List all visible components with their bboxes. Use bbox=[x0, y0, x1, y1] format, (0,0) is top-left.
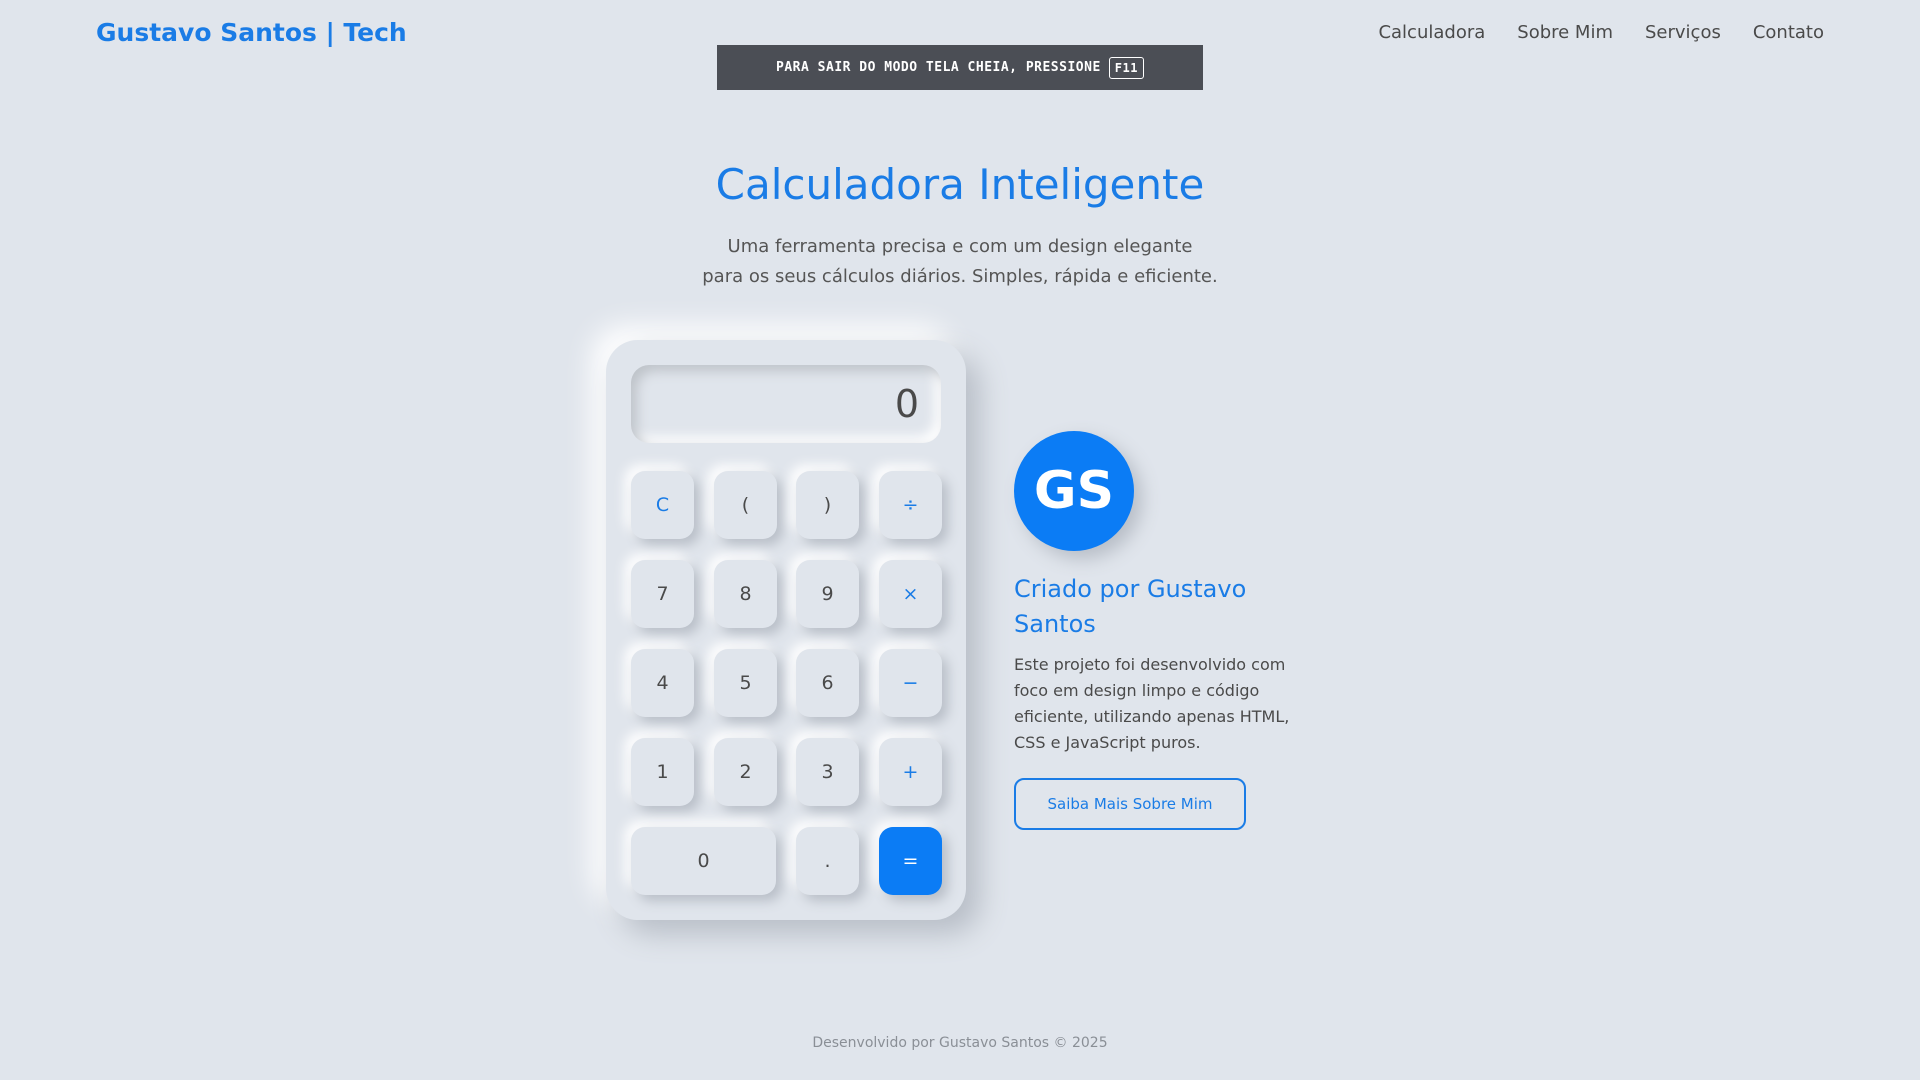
creator-description: Este projeto foi desenvolvido com foco e… bbox=[1014, 655, 1290, 752]
fullscreen-notice-text: PARA SAIR DO MODO TELA CHEIA, PRESSIONE bbox=[776, 60, 1101, 75]
key-2[interactable]: 2 bbox=[714, 738, 777, 806]
fullscreen-notice: PARA SAIR DO MODO TELA CHEIA, PRESSIONE … bbox=[717, 45, 1203, 90]
brand-logo[interactable]: Gustavo Santos | Tech bbox=[96, 18, 407, 47]
fullscreen-key-badge: F11 bbox=[1108, 56, 1144, 79]
key-8[interactable]: 8 bbox=[714, 560, 777, 628]
nav-link-calculadora[interactable]: Calculadora bbox=[1378, 22, 1485, 43]
key-9[interactable]: 9 bbox=[796, 560, 859, 628]
key-4[interactable]: 4 bbox=[631, 649, 694, 717]
calculator-display: 0 bbox=[631, 365, 941, 443]
page-subtitle: Uma ferramenta precisa e com um design e… bbox=[660, 232, 1260, 292]
key-decimal[interactable]: . bbox=[796, 827, 859, 895]
key-0[interactable]: 0 bbox=[631, 827, 776, 895]
key-open-paren[interactable]: ( bbox=[714, 471, 777, 539]
subtitle-line-2: para os seus cálculos diários. Simples, … bbox=[702, 266, 1218, 287]
creator-title: Criado por Gustavo Santos bbox=[1014, 575, 1247, 638]
key-6[interactable]: 6 bbox=[796, 649, 859, 717]
key-multiply[interactable]: × bbox=[879, 560, 942, 628]
about-me-button[interactable]: Saiba Mais Sobre Mim bbox=[1014, 778, 1246, 830]
subtitle-line-1: Uma ferramenta precisa e com um design e… bbox=[727, 236, 1193, 257]
key-close-paren[interactable]: ) bbox=[796, 471, 859, 539]
key-7[interactable]: 7 bbox=[631, 560, 694, 628]
key-add[interactable]: + bbox=[879, 738, 942, 806]
key-clear[interactable]: C bbox=[631, 471, 694, 539]
key-equals[interactable]: = bbox=[879, 827, 942, 895]
key-5[interactable]: 5 bbox=[714, 649, 777, 717]
key-divide[interactable]: ÷ bbox=[879, 471, 942, 539]
nav-link-contato[interactable]: Contato bbox=[1753, 22, 1824, 43]
page-title: Calculadora Inteligente bbox=[715, 160, 1205, 209]
nav-link-servicos[interactable]: Serviços bbox=[1645, 22, 1721, 43]
main-nav: Calculadora Sobre Mim Serviços Contato bbox=[1378, 22, 1824, 43]
footer-text: Desenvolvido por Gustavo Santos © 2025 bbox=[812, 1035, 1108, 1051]
key-3[interactable]: 3 bbox=[796, 738, 859, 806]
key-subtract[interactable]: − bbox=[879, 649, 942, 717]
avatar: GS bbox=[1014, 431, 1134, 551]
nav-link-sobre-mim[interactable]: Sobre Mim bbox=[1517, 22, 1613, 43]
calculator: 0 C ( ) ÷ 7 8 9 × 4 5 6 − 1 2 3 + 0 . = bbox=[606, 340, 966, 920]
key-1[interactable]: 1 bbox=[631, 738, 694, 806]
